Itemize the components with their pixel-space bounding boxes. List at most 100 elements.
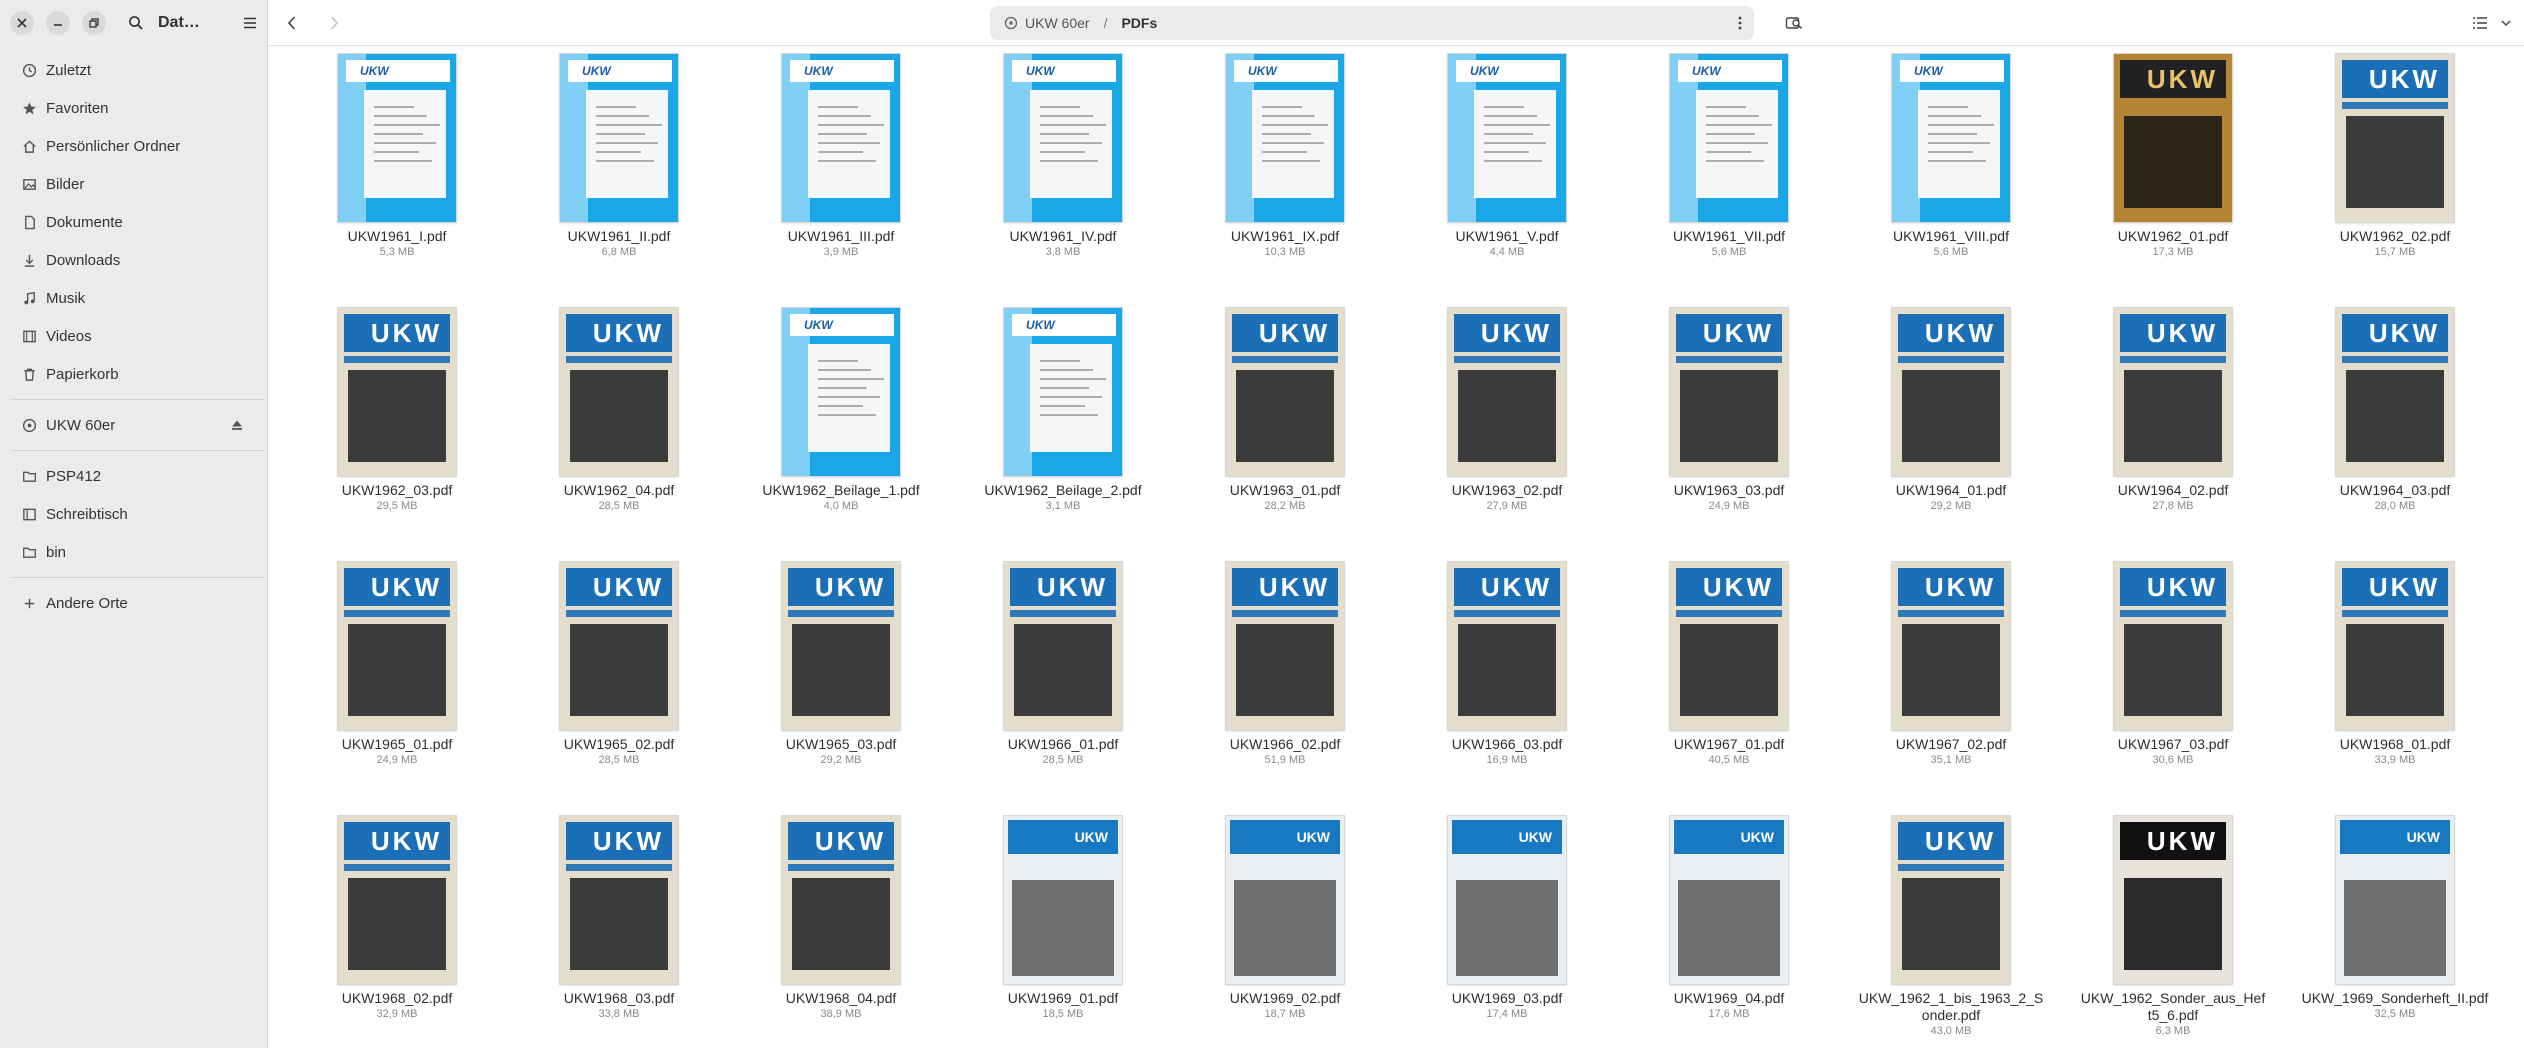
file-name: UKW1967_02.pdf bbox=[1895, 736, 2007, 752]
file-item[interactable]: UKW UKW1965_03.pdf 29,2 MB bbox=[741, 562, 941, 767]
ukw-logo: UKW bbox=[1676, 314, 1782, 352]
pdf-thumbnail: UKW bbox=[2336, 562, 2454, 730]
file-name: UKW1965_02.pdf bbox=[563, 736, 675, 752]
file-item[interactable]: UKW UKW1961_IX.pdf 10,3 MB bbox=[1185, 54, 1385, 259]
file-item[interactable]: UKW UKW1961_VIII.pdf 5,6 MB bbox=[1851, 54, 2051, 259]
sidebar-item-musik[interactable]: Musik bbox=[0, 281, 268, 315]
file-item[interactable]: UKW UKW1962_04.pdf 28,5 MB bbox=[519, 308, 719, 513]
pdf-thumbnail: UKW bbox=[1004, 562, 1122, 730]
ukw-logo: UKW bbox=[1898, 314, 2004, 352]
file-size: 28,5 MB bbox=[1042, 754, 1084, 766]
file-item[interactable]: UKW UKW1962_02.pdf 15,7 MB bbox=[2295, 54, 2495, 259]
file-name: UKW1969_04.pdf bbox=[1673, 990, 1785, 1006]
file-item[interactable]: UKW UKW1969_04.pdf 17,6 MB bbox=[1629, 816, 1829, 1021]
file-item[interactable]: UKW UKW_1969_Sonderheft_II.pdf 32,5 MB bbox=[2295, 816, 2495, 1021]
sidebar-item-schreibtisch[interactable]: Schreibtisch bbox=[0, 497, 268, 531]
file-item[interactable]: UKW UKW1967_03.pdf 30,6 MB bbox=[2073, 562, 2273, 767]
file-item[interactable]: UKW UKW1962_Beilage_2.pdf 3,1 MB bbox=[963, 308, 1163, 513]
sidebar-item-zuletzt[interactable]: Zuletzt bbox=[0, 53, 268, 87]
file-item[interactable]: UKW UKW1963_02.pdf 27,9 MB bbox=[1407, 308, 1607, 513]
file-item[interactable]: UKW UKW1965_02.pdf 28,5 MB bbox=[519, 562, 719, 767]
sidebar-item-papierkorb[interactable]: Papierkorb bbox=[0, 357, 268, 391]
file-item[interactable]: UKW UKW1963_01.pdf 28,2 MB bbox=[1185, 308, 1385, 513]
file-item[interactable]: UKW UKW1962_01.pdf 17,3 MB bbox=[2073, 54, 2273, 259]
file-item[interactable]: UKW UKW1966_02.pdf 51,9 MB bbox=[1185, 562, 1385, 767]
file-name: UKW1969_02.pdf bbox=[1229, 990, 1341, 1006]
file-name: UKW1962_Beilage_1.pdf bbox=[762, 482, 920, 498]
path-options-button[interactable] bbox=[1730, 11, 1750, 35]
file-item[interactable]: UKW UKW1962_03.pdf 29,5 MB bbox=[297, 308, 497, 513]
sidebar-item-bin[interactable]: bin bbox=[0, 535, 268, 569]
sidebar-item-psp412[interactable]: PSP412 bbox=[0, 459, 268, 493]
file-name: UKW_1969_Sonderheft_II.pdf bbox=[2301, 990, 2489, 1006]
file-name: UKW1966_03.pdf bbox=[1451, 736, 1563, 752]
file-item[interactable]: UKW UKW1968_02.pdf 32,9 MB bbox=[297, 816, 497, 1021]
file-size: 18,5 MB bbox=[1042, 1008, 1084, 1020]
ukw-logo: UKW bbox=[1232, 568, 1338, 606]
file-item[interactable]: UKW UKW1962_Beilage_1.pdf 4,0 MB bbox=[741, 308, 941, 513]
forward-button[interactable] bbox=[322, 11, 346, 35]
file-item[interactable]: UKW UKW1961_VII.pdf 5,6 MB bbox=[1629, 54, 1829, 259]
breadcrumb-current[interactable]: PDFs bbox=[1121, 15, 1157, 31]
sidebar-item-label: Papierkorb bbox=[46, 365, 119, 383]
file-item[interactable]: UKW UKW1969_03.pdf 17,4 MB bbox=[1407, 816, 1607, 1021]
sidebar-item-label: Videos bbox=[46, 327, 92, 345]
file-item[interactable]: UKW UKW1967_01.pdf 40,5 MB bbox=[1629, 562, 1829, 767]
file-item[interactable]: UKW UKW1961_III.pdf 3,9 MB bbox=[741, 54, 941, 259]
path-bar[interactable]: UKW 60er / PDFs bbox=[990, 6, 1754, 40]
eject-icon[interactable] bbox=[230, 418, 244, 432]
sidebar-item-videos[interactable]: Videos bbox=[0, 319, 268, 353]
search-button[interactable] bbox=[124, 11, 148, 35]
file-item[interactable]: UKW UKW1965_01.pdf 24,9 MB bbox=[297, 562, 497, 767]
main-menu-button[interactable] bbox=[238, 11, 262, 35]
sidebar-item-home[interactable]: Persönlicher Ordner bbox=[0, 129, 268, 163]
sidebar-item-favoriten[interactable]: Favoriten bbox=[0, 91, 268, 125]
sidebar-item-andere-orte[interactable]: Andere Orte bbox=[0, 586, 268, 620]
file-item[interactable]: UKW UKW1963_03.pdf 24,9 MB bbox=[1629, 308, 1829, 513]
file-item[interactable]: UKW UKW1961_I.pdf 5,3 MB bbox=[297, 54, 497, 259]
file-item[interactable]: UKW UKW1967_02.pdf 35,1 MB bbox=[1851, 562, 2051, 767]
folder-icon bbox=[20, 543, 38, 561]
file-item[interactable]: UKW UKW_1962_Sonder_aus_Heft5_6.pdf 6,3 MB bbox=[2073, 816, 2273, 1038]
file-item[interactable]: UKW UKW1966_01.pdf 28,5 MB bbox=[963, 562, 1163, 767]
file-size: 51,9 MB bbox=[1264, 754, 1306, 766]
breadcrumb-parent[interactable]: UKW 60er bbox=[1004, 15, 1090, 31]
view-options-button[interactable] bbox=[2472, 11, 2512, 35]
ukw-logo: UKW bbox=[566, 822, 672, 860]
close-window-button[interactable] bbox=[10, 11, 34, 35]
file-item[interactable]: UKW UKW1969_02.pdf 18,7 MB bbox=[1185, 816, 1385, 1021]
back-button[interactable] bbox=[280, 11, 304, 35]
search-location-button[interactable] bbox=[1782, 11, 1806, 35]
file-name: UKW1963_01.pdf bbox=[1229, 482, 1341, 498]
pdf-thumbnail: UKW bbox=[1892, 562, 2010, 730]
sidebar-item-label: Persönlicher Ordner bbox=[46, 137, 181, 155]
file-item[interactable]: UKW UKW1968_04.pdf 38,9 MB bbox=[741, 816, 941, 1021]
sidebar-item-downloads[interactable]: Downloads bbox=[0, 243, 268, 277]
file-item[interactable]: UKW UKW1961_IV.pdf 3,8 MB bbox=[963, 54, 1163, 259]
file-name: UKW1967_01.pdf bbox=[1673, 736, 1785, 752]
sidebar-item-label: Zuletzt bbox=[46, 61, 92, 79]
pdf-thumbnail: UKW bbox=[782, 816, 900, 984]
ukw-logo: UKW bbox=[344, 568, 450, 606]
file-item[interactable]: UKW UKW1969_01.pdf 18,5 MB bbox=[963, 816, 1163, 1021]
sidebar-item-ukw-60er[interactable]: UKW 60er bbox=[0, 408, 268, 442]
file-item[interactable]: UKW UKW1964_01.pdf 29,2 MB bbox=[1851, 308, 2051, 513]
restore-window-button[interactable] bbox=[82, 11, 106, 35]
sidebar-item-label: Bilder bbox=[46, 175, 85, 193]
ukw-logo: UKW bbox=[2340, 820, 2450, 854]
sidebar-item-bilder[interactable]: Bilder bbox=[0, 167, 268, 201]
file-item[interactable]: UKW UKW_1962_1_bis_1963_2_Sonder.pdf 43,0 … bbox=[1851, 816, 2051, 1038]
file-item[interactable]: UKW UKW1964_02.pdf 27,8 MB bbox=[2073, 308, 2273, 513]
file-name: UKW1963_03.pdf bbox=[1673, 482, 1785, 498]
file-item[interactable]: UKW UKW1966_03.pdf 16,9 MB bbox=[1407, 562, 1607, 767]
file-size: 15,7 MB bbox=[2374, 246, 2416, 258]
file-item[interactable]: UKW UKW1961_II.pdf 6,8 MB bbox=[519, 54, 719, 259]
file-name: UKW1961_VII.pdf bbox=[1672, 228, 1786, 244]
file-item[interactable]: UKW UKW1964_03.pdf 28,0 MB bbox=[2295, 308, 2495, 513]
clock-icon bbox=[20, 61, 38, 79]
file-item[interactable]: UKW UKW1968_03.pdf 33,8 MB bbox=[519, 816, 719, 1021]
file-item[interactable]: UKW UKW1961_V.pdf 4,4 MB bbox=[1407, 54, 1607, 259]
minimize-window-button[interactable] bbox=[46, 11, 70, 35]
sidebar-item-dokumente[interactable]: Dokumente bbox=[0, 205, 268, 239]
file-item[interactable]: UKW UKW1968_01.pdf 33,9 MB bbox=[2295, 562, 2495, 767]
